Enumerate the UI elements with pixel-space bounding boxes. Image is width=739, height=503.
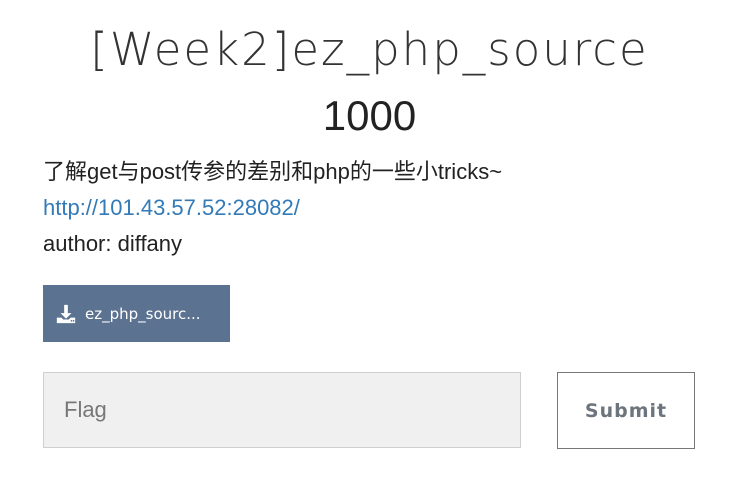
challenge-title: [Week2]ez_php_source <box>90 23 649 76</box>
challenge-link[interactable]: http://101.43.57.52:28082/ <box>43 195 300 220</box>
author-text: author: diffany <box>43 231 183 256</box>
description-text: 了解get与post传参的差别和php的一些小tricks~ <box>43 159 503 184</box>
challenge-value: 1000 <box>322 92 417 139</box>
flag-input[interactable] <box>43 372 521 448</box>
submit-button[interactable]: Submit <box>557 372 695 449</box>
download-icon <box>56 304 76 323</box>
download-file-button[interactable]: ez_php_sourc... <box>43 285 230 342</box>
challenge-description: 了解get与post传参的差别和php的一些小tricks~ http://10… <box>43 154 703 262</box>
download-file-label: ez_php_sourc... <box>85 304 201 323</box>
